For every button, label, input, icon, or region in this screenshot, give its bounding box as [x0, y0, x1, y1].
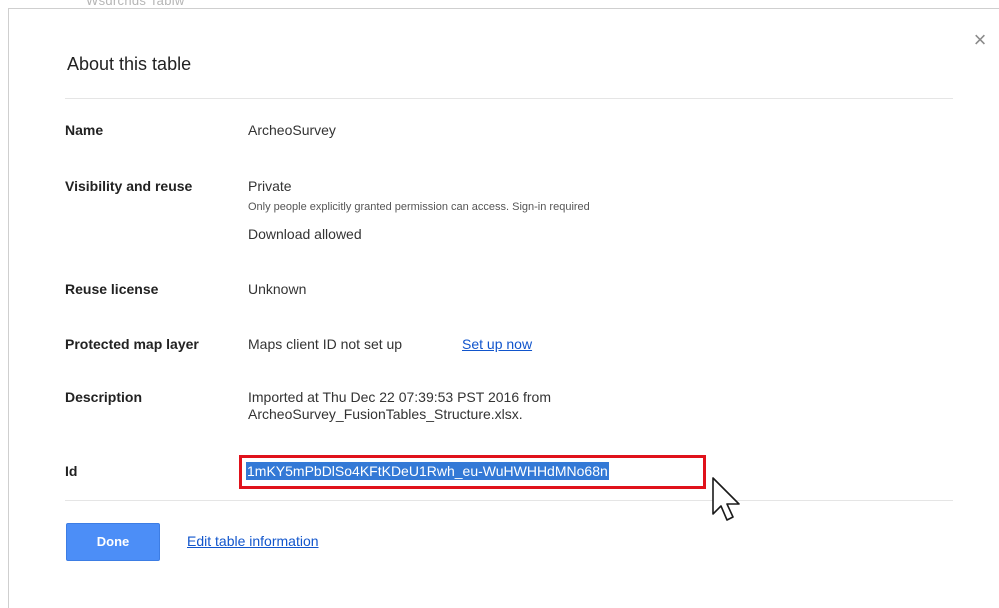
license-value: Unknown — [248, 281, 307, 297]
header-divider — [65, 98, 953, 99]
name-label: Name — [65, 122, 104, 138]
background-page-text: Wsdrcnds Tabiw — [86, 0, 185, 8]
set-up-now-link[interactable]: Set up now — [462, 336, 532, 352]
done-button[interactable]: Done — [66, 523, 160, 561]
id-label: Id — [65, 463, 78, 479]
close-icon[interactable]: × — [970, 29, 990, 51]
visibility-value: Private — [248, 178, 292, 194]
name-value: ArcheoSurvey — [248, 122, 336, 138]
download-status: Download allowed — [248, 226, 362, 242]
table-id-value[interactable]: 1mKY5mPbDlSo4KFtKDeU1Rwh_eu-WuHWHHdMNo68… — [246, 462, 609, 480]
map-layer-value: Maps client ID not set up — [248, 336, 403, 352]
description-line-2: ArcheoSurvey_FusionTables_Structure.xlsx… — [248, 406, 523, 422]
visibility-note: Only people explicitly granted permissio… — [248, 201, 590, 213]
edit-table-information-link[interactable]: Edit table information — [187, 533, 319, 549]
license-label: Reuse license — [65, 281, 159, 297]
footer-divider — [65, 500, 953, 501]
mouse-pointer-icon — [712, 477, 740, 521]
description-line-1: Imported at Thu Dec 22 07:39:53 PST 2016… — [248, 389, 551, 405]
map-layer-label: Protected map layer — [65, 336, 199, 352]
visibility-label: Visibility and reuse — [65, 178, 193, 194]
dialog-title: About this table — [67, 54, 192, 74]
description-label: Description — [65, 389, 143, 405]
